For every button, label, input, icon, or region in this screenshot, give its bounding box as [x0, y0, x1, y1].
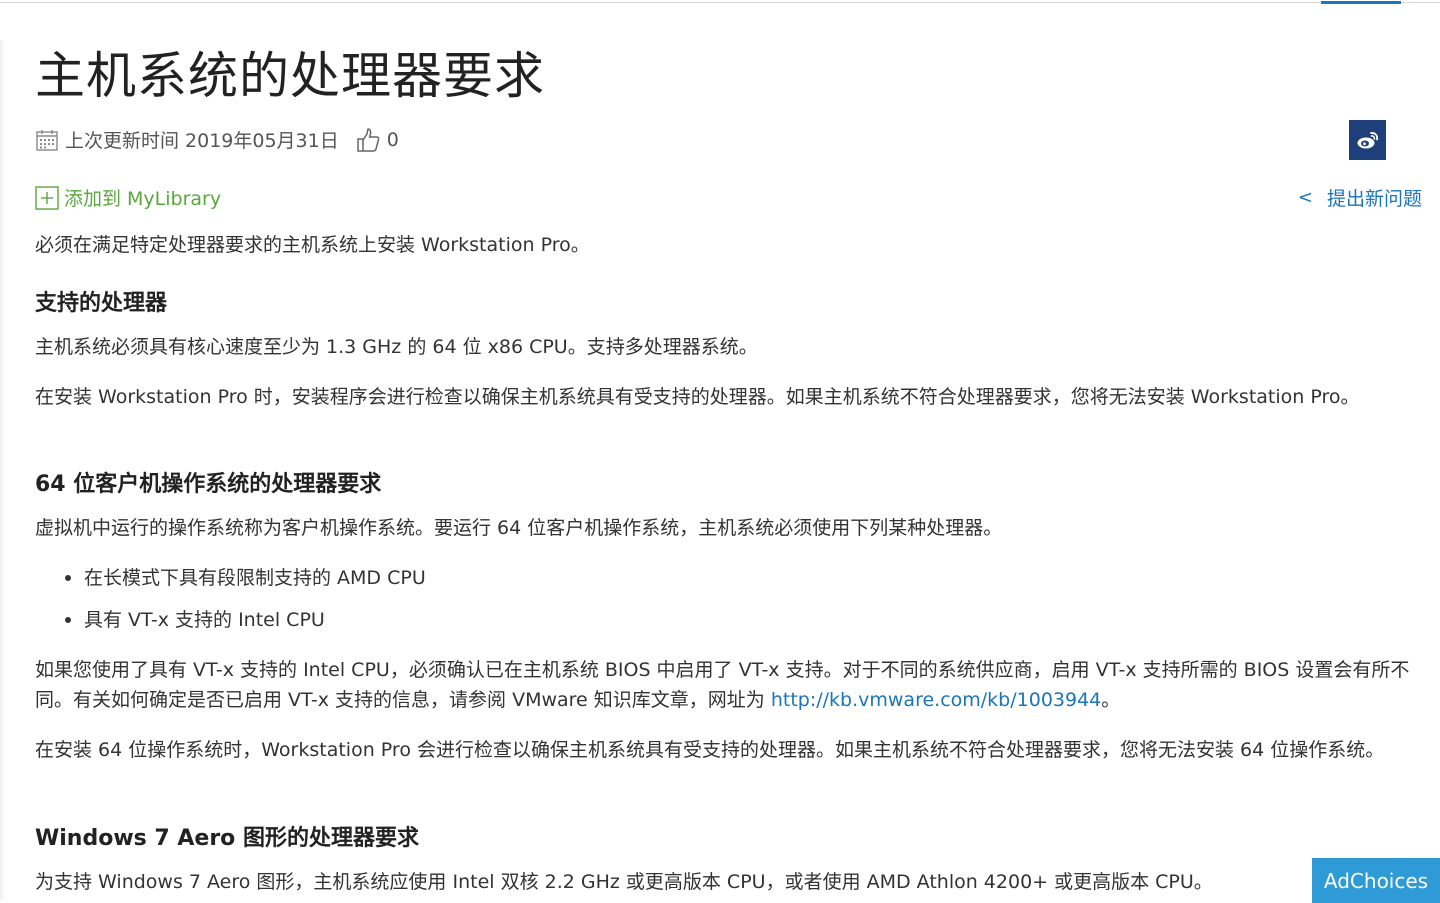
add-to-library-button[interactable]: 添加到 MyLibrary — [35, 184, 221, 211]
section-heading-aero: Windows 7 Aero 图形的处理器要求 — [35, 826, 419, 851]
weibo-icon — [1357, 132, 1378, 149]
like-count: 0 — [386, 128, 399, 151]
chevron-left-icon: < — [1297, 187, 1313, 208]
feedback-label: 提出新问题 — [1326, 188, 1422, 210]
vtx-paragraph: 如果您使用了具有 VT-x 支持的 Intel CPU，必须确认已在主机系统 B… — [35, 659, 1410, 711]
list-item: 在长模式下具有段限制支持的 AMD CPU — [65, 563, 426, 605]
plus-box-icon — [35, 185, 59, 210]
top-accent-bar — [1321, 1, 1401, 4]
top-divider — [0, 2, 1440, 3]
adchoices-button[interactable]: AdChoices — [1312, 858, 1440, 903]
page: 主机系统的处理器要求 上次更新时间 2019年05月31日 0 添加到 MyLi… — [0, 0, 1440, 903]
thumbs-up-icon[interactable] — [355, 127, 381, 153]
64bit-guest-intro: 虚拟机中运行的操作系统称为客户机操作系统。要运行 64 位客户机操作系统，主机系… — [35, 517, 1003, 539]
processor-list: 在长模式下具有段限制支持的 AMD CPU 具有 VT-x 支持的 Intel … — [65, 563, 426, 647]
section-heading-supported-processors: 支持的处理器 — [35, 291, 168, 316]
updated-date: 2019年05月31日 — [185, 130, 339, 152]
page-title: 主机系统的处理器要求 — [35, 47, 545, 105]
left-edge-bar — [0, 40, 3, 900]
section-heading-64bit-guest: 64 位客户机操作系统的处理器要求 — [35, 472, 382, 497]
add-to-library-label: 添加到 MyLibrary — [64, 188, 222, 210]
supported-processors-paragraph-1: 主机系统必须具有核心速度至少为 1.3 GHz 的 64 位 x86 CPU。支… — [35, 336, 758, 358]
bullet-dot — [65, 575, 71, 581]
supported-processors-paragraph-2: 在安装 Workstation Pro 时，安装程序会进行检查以确保主机系统具有… — [35, 386, 1360, 408]
bullet-dot — [65, 617, 71, 623]
kb-article-link[interactable]: http://kb.vmware.com/kb/1003944 — [771, 689, 1101, 711]
updated-label: 上次更新时间 — [65, 130, 180, 152]
aero-paragraph: 为支持 Windows 7 Aero 图形，主机系统应使用 Intel 双核 2… — [35, 871, 1213, 893]
feedback-link[interactable]: < 提出新问题 — [1298, 184, 1422, 211]
weibo-share-button[interactable] — [1349, 120, 1386, 160]
intro-paragraph: 必须在满足特定处理器要求的主机系统上安装 Workstation Pro。 — [35, 234, 590, 256]
calendar-icon — [36, 129, 58, 151]
list-item: 具有 VT-x 支持的 Intel CPU — [65, 605, 426, 647]
64bit-install-paragraph: 在安装 64 位操作系统时，Workstation Pro 会进行检查以确保主机… — [35, 739, 1385, 761]
article-meta: 上次更新时间 2019年05月31日 0 — [35, 126, 399, 153]
